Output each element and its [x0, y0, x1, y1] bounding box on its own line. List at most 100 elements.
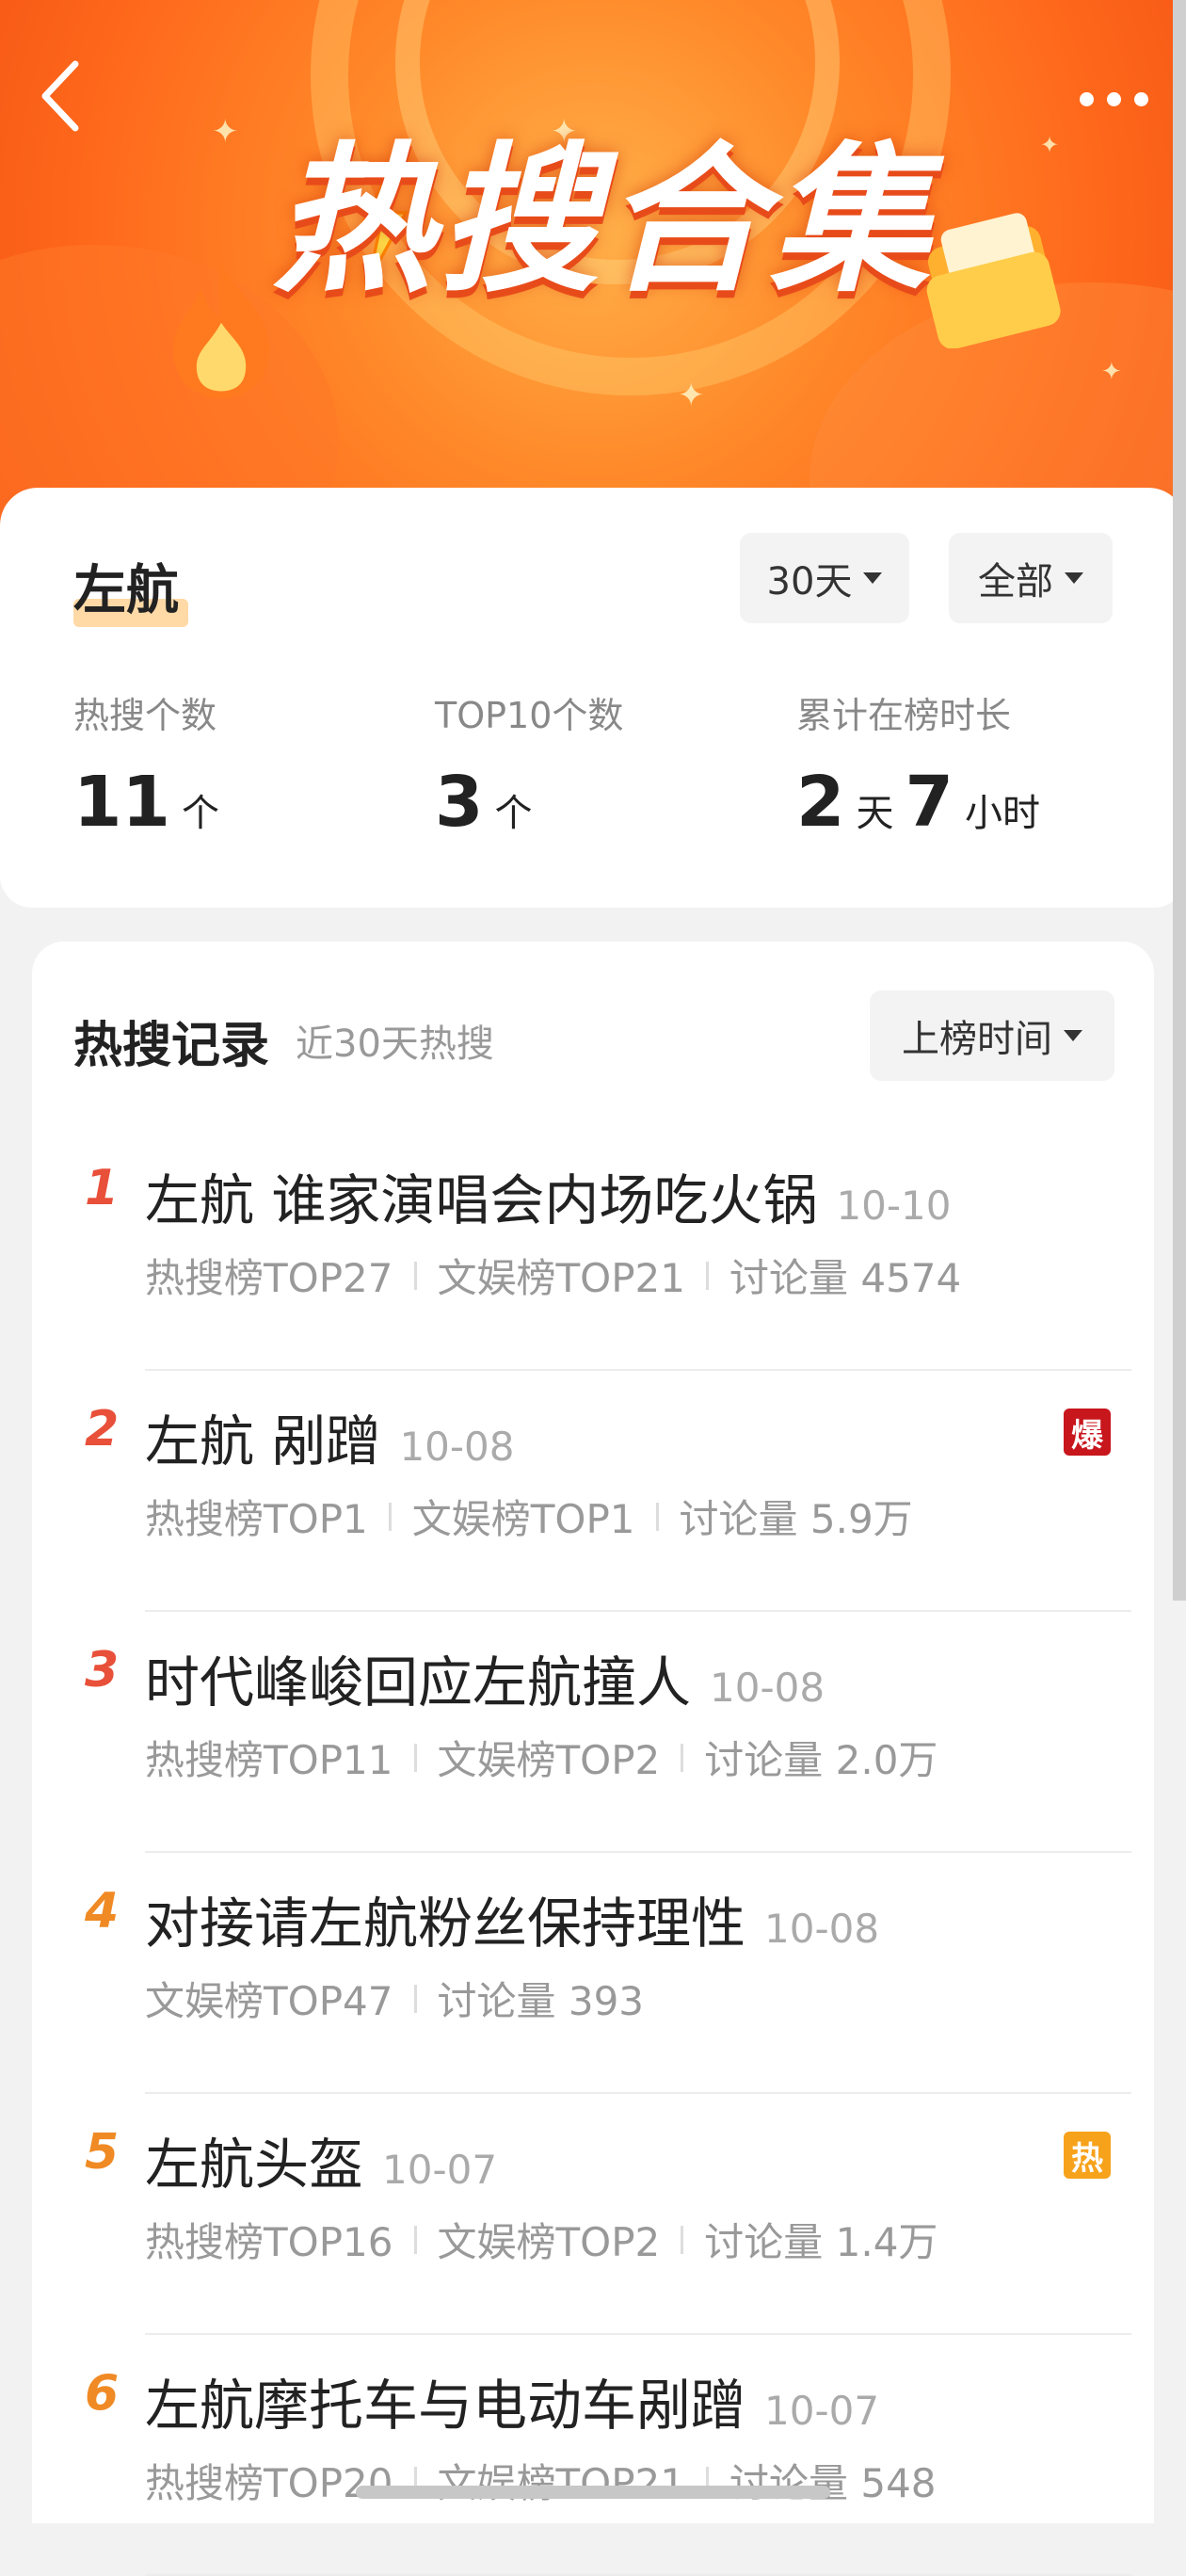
meta-separator [681, 1743, 684, 1772]
stat-value: 3 [435, 762, 484, 843]
folder-icon [926, 213, 1061, 348]
meta-text: 讨论量 2.0万 [704, 1737, 938, 1783]
meta-text: 热搜榜TOP11 [145, 1737, 393, 1783]
item-title-line: 左航 剐蹭 10-08 [145, 1397, 514, 1476]
item-title: 左航 剐蹭 [145, 1409, 381, 1473]
meta-text: 讨论量 393 [437, 1978, 645, 2024]
meta-separator [681, 2225, 684, 2254]
stat-unit-days: 天 [856, 792, 894, 835]
rank-number: 1 [85, 1160, 120, 1216]
rank-number: 4 [85, 1883, 120, 1940]
summary-card-bottom-gutter [0, 908, 1186, 942]
item-meta: 热搜榜TOP27 文娱榜TOP21 讨论量 4574 [145, 1247, 961, 1304]
more-dot [1134, 91, 1148, 106]
item-meta: 热搜榜TOP1 文娱榜TOP1 讨论量 5.9万 [145, 1488, 913, 1545]
stat-total-duration: 累计在榜时长 2 天 7 小时 [796, 691, 1040, 840]
stat-top10-count: TOP10个数 3 个 [435, 691, 623, 840]
meta-text: 文娱榜TOP47 [145, 1978, 393, 2024]
summary-card: 左航 30天 全部 热搜个数 11 个 TOP10个数 3 个 累计在榜时长 2… [0, 488, 1186, 908]
stat-value: 11 [73, 762, 170, 843]
stat-unit-hours: 小时 [965, 792, 1040, 835]
meta-text: 文娱榜TOP21 [437, 2460, 686, 2506]
stat-label: 热搜个数 [73, 695, 217, 736]
item-meta: 文娱榜TOP47 讨论量 393 [145, 1970, 644, 2027]
sort-dropdown[interactable]: 上榜时间 [870, 990, 1114, 1081]
item-title: 左航头盔 [145, 2133, 364, 2197]
list-item[interactable]: 2 左航 剐蹭 10-08 热搜榜TOP1 文娱榜TOP1 讨论量 5.9万 爆 [32, 1371, 1154, 1612]
scrollbar[interactable] [1173, 0, 1186, 1601]
meta-text: 文娱榜TOP2 [437, 2219, 661, 2265]
list-item[interactable]: 4 对接请左航粉丝保持理性 10-08 文娱榜TOP47 讨论量 393 [32, 1853, 1154, 2094]
more-button[interactable] [1045, 75, 1148, 122]
meta-text: 热搜榜TOP20 [145, 2460, 393, 2506]
more-dot [1107, 91, 1121, 106]
sparkle-icon: ✦ [1101, 358, 1122, 386]
meta-text: 讨论量 4574 [729, 1255, 962, 1301]
item-title: 对接请左航粉丝保持理性 [145, 1892, 746, 1956]
range-filter-dropdown[interactable]: 30天 [740, 533, 909, 623]
type-filter-label: 全部 [978, 560, 1053, 604]
meta-text: 热搜榜TOP16 [145, 2219, 393, 2265]
back-arrow-icon [41, 60, 79, 132]
keyword-title: 左航 [73, 560, 179, 621]
meta-text: 讨论量 5.9万 [679, 1496, 913, 1542]
list-item[interactable]: 3 时代峰峻回应左航撞人 10-08 热搜榜TOP11 文娱榜TOP2 讨论量 2.0万 [32, 1612, 1154, 1853]
home-indicator[interactable] [356, 2486, 830, 2499]
range-filter-label: 30天 [766, 560, 853, 604]
item-meta: 热搜榜TOP11 文娱榜TOP2 讨论量 2.0万 [145, 1729, 938, 1786]
hot-badge: 热 [1064, 2132, 1111, 2179]
type-filter-dropdown[interactable]: 全部 [949, 533, 1113, 623]
hero-banner: ✦ ✦ ✦ ✦ ✦ 热搜合集 [0, 0, 1186, 527]
records-subtitle: 近30天热搜 [296, 1022, 494, 1066]
item-title-line: 对接请左航粉丝保持理性 10-08 [145, 1879, 879, 1958]
item-title-line: 左航 谁家演唱会内场吃火锅 10-10 [145, 1156, 952, 1235]
meta-text: 文娱榜TOP2 [437, 1737, 661, 1783]
stat-label: 累计在榜时长 [796, 695, 1012, 736]
stat-hot-count: 热搜个数 11 个 [73, 691, 219, 840]
item-date: 10-08 [710, 1665, 825, 1711]
sparkle-icon: ✦ [212, 113, 239, 151]
more-dot [1080, 91, 1094, 106]
item-date: 10-07 [764, 2388, 880, 2434]
item-date: 10-10 [836, 1183, 952, 1229]
caret-down-icon [863, 572, 883, 584]
item-title-line: 左航摩托车与电动车剐蹭 10-07 [145, 2361, 879, 2440]
item-date: 10-07 [382, 2147, 498, 2193]
rank-number: 6 [85, 2365, 120, 2422]
item-title: 左航 谁家演唱会内场吃火锅 [145, 1168, 818, 1232]
meta-text: 文娱榜TOP1 [411, 1496, 635, 1542]
stat-label: TOP10个数 [435, 695, 624, 736]
meta-separator [706, 1261, 709, 1290]
list-item[interactable]: 6 左航摩托车与电动车剐蹭 10-07 热搜榜TOP20 文娱榜TOP21 讨论量 548 [32, 2335, 1154, 2576]
meta-text: 热搜榜TOP27 [145, 1255, 393, 1301]
sort-label: 上榜时间 [902, 1018, 1052, 1061]
sparkle-icon: ✦ [1040, 132, 1060, 158]
flame-icon [173, 261, 269, 398]
rank-number: 3 [85, 1642, 120, 1699]
caret-down-icon [1064, 1030, 1082, 1041]
list-item[interactable]: 1 左航 谁家演唱会内场吃火锅 10-10 热搜榜TOP27 文娱榜TOP21 讨论量 4… [32, 1130, 1154, 1371]
stat-value-hours: 7 [905, 762, 954, 843]
rank-number: 5 [85, 2124, 120, 2181]
item-meta: 热搜榜TOP20 文娱榜TOP21 讨论量 548 [145, 2452, 937, 2509]
item-date: 10-08 [399, 1424, 515, 1470]
meta-text: 热搜榜TOP1 [145, 1496, 368, 1542]
meta-text: 讨论量 548 [729, 2460, 937, 2506]
back-button[interactable] [38, 58, 94, 134]
stat-unit: 个 [494, 792, 533, 835]
list-item[interactable]: 5 左航头盔 10-07 热搜榜TOP16 文娱榜TOP2 讨论量 1.4万 热 [32, 2094, 1154, 2335]
item-title: 左航摩托车与电动车剐蹭 [145, 2374, 746, 2438]
stat-unit: 个 [181, 792, 219, 835]
item-title-line: 时代峰峻回应左航撞人 10-08 [145, 1638, 825, 1717]
records-card: 热搜记录 近30天热搜 上榜时间 1 左航 谁家演唱会内场吃火锅 10-10 热搜榜T… [32, 942, 1154, 2576]
meta-separator [413, 2225, 417, 2254]
item-title: 时代峰峻回应左航撞人 [145, 1650, 692, 1715]
meta-text: 文娱榜TOP21 [437, 1255, 686, 1301]
item-title-line: 左航头盔 10-07 [145, 2120, 497, 2199]
meta-separator [413, 1743, 417, 1772]
item-meta: 热搜榜TOP16 文娱榜TOP2 讨论量 1.4万 [145, 2211, 938, 2268]
sparkle-icon: ✦ [678, 377, 705, 414]
records-title: 热搜记录 [73, 1018, 270, 1074]
stat-value-days: 2 [796, 762, 845, 843]
meta-separator [388, 1502, 392, 1531]
